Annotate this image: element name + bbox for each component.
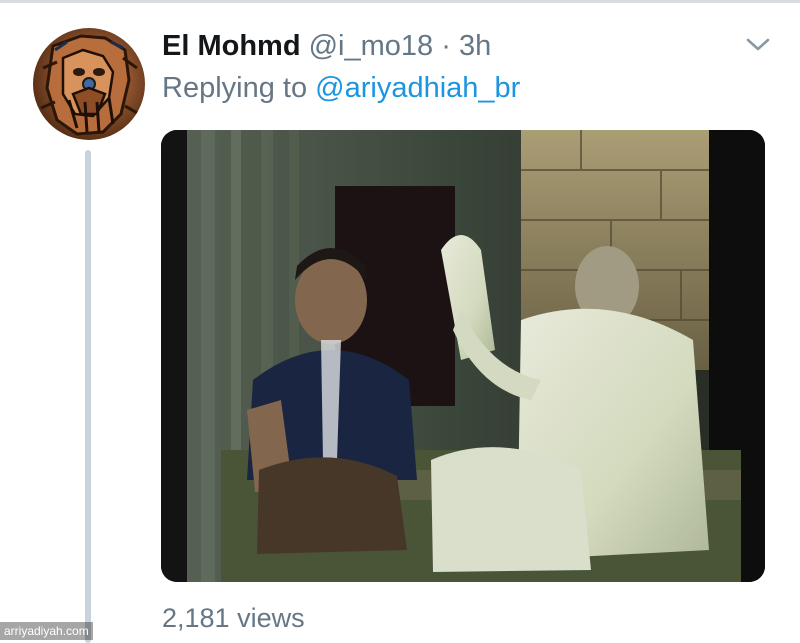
thread-connector-line xyxy=(85,150,91,643)
chevron-down-icon[interactable] xyxy=(744,34,772,54)
tweet-header: El Mohmd @i_mo18 · 3h xyxy=(162,28,491,64)
top-divider xyxy=(0,0,800,3)
view-count: 2,181 views xyxy=(162,603,305,633)
replying-to-line: Replying to @ariyadhiah_br xyxy=(162,70,520,106)
video-media[interactable] xyxy=(161,130,765,582)
timestamp[interactable]: 3h xyxy=(459,30,491,62)
avatar[interactable] xyxy=(33,28,145,140)
site-watermark: arriyadiyah.com xyxy=(0,622,93,640)
avatar-portrait xyxy=(40,34,140,136)
display-name[interactable]: El Mohmd xyxy=(162,30,301,62)
separator-dot: · xyxy=(441,30,451,62)
replying-to-handle-link[interactable]: @ariyadhiah_br xyxy=(315,72,520,104)
video-frame xyxy=(161,130,765,582)
user-handle[interactable]: @i_mo18 xyxy=(309,30,434,62)
replying-to-prefix: Replying to xyxy=(162,72,308,104)
